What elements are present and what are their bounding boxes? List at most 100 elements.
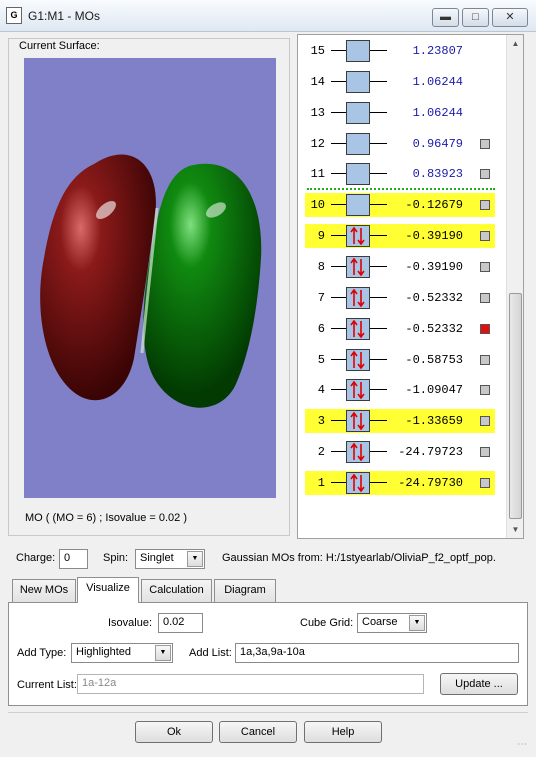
minimize-icon: ▬: [440, 11, 451, 23]
homo-lumo-divider: [307, 188, 495, 190]
scroll-thumb[interactable]: [509, 293, 522, 519]
mo-checkbox[interactable]: [480, 355, 490, 365]
mo-index: 7: [317, 291, 325, 305]
mo-energy: -24.79723: [398, 445, 463, 459]
mo-energy: -0.58753: [405, 353, 463, 367]
maximize-icon: □: [472, 11, 479, 23]
mo-row[interactable]: 4 -1.09047: [305, 378, 495, 402]
mo-checkbox[interactable]: [480, 478, 490, 488]
mo-checkbox[interactable]: [480, 200, 490, 210]
mo-row[interactable]: 2 -24.79723: [305, 440, 495, 464]
gaussian-mos-source: Gaussian MOs from: H:/1styearlab/OliviaP…: [222, 552, 496, 564]
mo-index: 11: [310, 167, 325, 181]
add-list-input[interactable]: 1a,3a,9a-10a: [235, 643, 519, 663]
mo-index: 15: [310, 44, 325, 58]
mo-energy: 1.23807: [412, 44, 463, 58]
mo-checkbox[interactable]: [480, 416, 490, 426]
current-list-field: 1a-12a: [77, 674, 424, 694]
isovalue-label: Isovalue:: [108, 617, 153, 629]
mo-energy: -24.79730: [398, 476, 463, 490]
mo-row[interactable]: 5 -0.58753: [305, 348, 495, 372]
mo-surface-view[interactable]: [24, 58, 276, 498]
mo-checkbox[interactable]: [480, 262, 490, 272]
mo-row[interactable]: 14 1.06244: [305, 70, 495, 94]
mo-index: 6: [317, 322, 325, 336]
mo-energy: 0.83923: [412, 167, 463, 181]
mo-energy: -0.52332: [405, 291, 463, 305]
mo-energy: -1.33659: [405, 414, 463, 428]
mo-lobe-red: [40, 154, 156, 401]
close-button[interactable]: ✕: [492, 8, 528, 27]
scroll-down-icon[interactable]: ▼: [507, 521, 524, 538]
mo-row[interactable]: 3 -1.33659: [305, 409, 495, 433]
mo-index: 4: [317, 383, 325, 397]
spin-select[interactable]: Singlet ▼: [135, 549, 205, 569]
mo-list-scrollbar[interactable]: ▲ ▼: [506, 35, 523, 538]
mo-selected-checkbox[interactable]: [480, 324, 490, 334]
add-list-label: Add List:: [189, 647, 232, 659]
mo-index: 9: [317, 229, 325, 243]
mo-row[interactable]: 9 -0.39190: [305, 224, 495, 248]
mo-energy: -0.12679: [405, 198, 463, 212]
current-surface-label: Current Surface:: [16, 40, 103, 52]
mo-index: 3: [317, 414, 325, 428]
charge-label: Charge:: [16, 552, 56, 564]
chevron-down-icon[interactable]: ▼: [155, 645, 171, 661]
cube-grid-value: Coarse: [362, 616, 398, 628]
chevron-down-icon[interactable]: ▼: [409, 615, 425, 631]
mo-row[interactable]: 11 0.83923: [305, 162, 495, 186]
mo-checkbox[interactable]: [480, 231, 490, 241]
update-button[interactable]: Update ...: [440, 673, 518, 695]
add-type-select[interactable]: Highlighted ▼: [71, 643, 173, 663]
mo-energy: -0.52332: [405, 322, 463, 336]
add-type-value: Highlighted: [76, 646, 132, 658]
mo-index: 10: [310, 198, 325, 212]
mo-row[interactable]: 10 -0.12679: [305, 193, 495, 217]
mo-index: 12: [310, 137, 325, 151]
mo-energy: -0.39190: [405, 260, 463, 274]
minimize-button[interactable]: ▬: [432, 8, 459, 27]
cube-grid-label: Cube Grid:: [300, 617, 354, 629]
mo-energy: -0.39190: [405, 229, 463, 243]
add-type-label: Add Type:: [17, 647, 67, 659]
cancel-button[interactable]: Cancel: [219, 721, 297, 743]
mo-index: 13: [310, 106, 325, 120]
charge-input[interactable]: 0: [59, 549, 88, 569]
mo-row[interactable]: 8 -0.39190: [305, 255, 495, 279]
mo-row[interactable]: 13 1.06244: [305, 101, 495, 125]
mo-checkbox[interactable]: [480, 169, 490, 179]
mo-energy: 0.96479: [412, 137, 463, 151]
tab-calculation[interactable]: Calculation: [141, 579, 212, 602]
help-button[interactable]: Help: [304, 721, 382, 743]
divider: [8, 712, 528, 713]
mo-row[interactable]: 6 -0.52332: [305, 317, 495, 341]
tab-new-mos[interactable]: New MOs: [12, 579, 76, 602]
mo-index: 8: [317, 260, 325, 274]
mo-checkbox[interactable]: [480, 447, 490, 457]
mo-surface-caption: MO ( (MO = 6) ; Isovalue = 0.02 ): [25, 512, 187, 524]
mo-row[interactable]: 1 -24.79730: [305, 471, 495, 495]
tab-diagram[interactable]: Diagram: [214, 579, 276, 602]
current-list-label: Current List:: [17, 679, 77, 691]
mo-checkbox[interactable]: [480, 385, 490, 395]
spin-label: Spin:: [103, 552, 129, 564]
cube-grid-select[interactable]: Coarse ▼: [357, 613, 427, 633]
mo-row[interactable]: 7 -0.52332: [305, 286, 495, 310]
mo-row[interactable]: 15 1.23807: [305, 39, 495, 63]
mo-checkbox[interactable]: [480, 293, 490, 303]
tab-visualize[interactable]: Visualize: [77, 577, 139, 603]
isovalue-input[interactable]: 0.02: [158, 613, 203, 633]
mo-energy: -1.09047: [405, 383, 463, 397]
mo-row[interactable]: 12 0.96479: [305, 132, 495, 156]
close-icon: ✕: [505, 11, 515, 23]
ok-button[interactable]: Ok: [135, 721, 213, 743]
resize-grip-icon[interactable]: ⋯: [517, 739, 533, 755]
scroll-up-icon[interactable]: ▲: [507, 35, 524, 52]
chevron-down-icon[interactable]: ▼: [187, 551, 203, 567]
mo-energy: 1.06244: [412, 75, 463, 89]
maximize-button[interactable]: □: [462, 8, 489, 27]
mo-lobe-green: [143, 163, 262, 408]
mo-index: 5: [317, 353, 325, 367]
mo-isosurface: [40, 154, 262, 408]
mo-checkbox[interactable]: [480, 139, 490, 149]
